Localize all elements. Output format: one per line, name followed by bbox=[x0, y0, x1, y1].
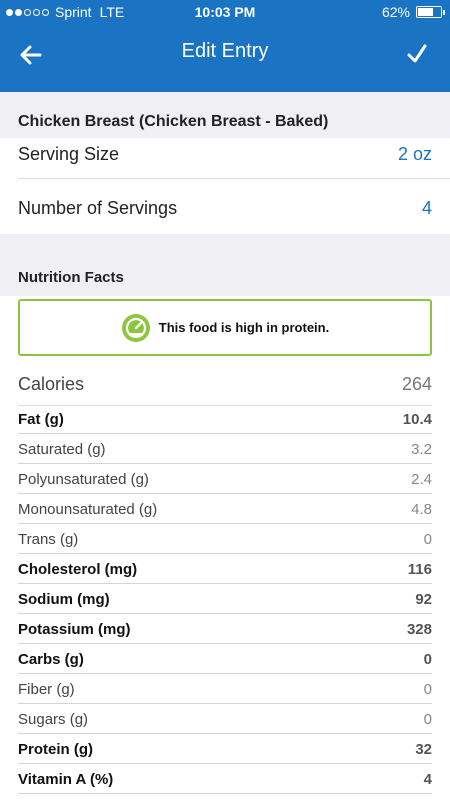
nutrient-label: Protein (g) bbox=[18, 741, 93, 758]
status-bar: Sprint LTE 10:03 PM 62% bbox=[0, 0, 450, 26]
nutrient-row: Protein (g) 32 bbox=[0, 734, 450, 764]
nutrient-label: Vitamin A (%) bbox=[18, 771, 114, 788]
calories-row: Calories 264 bbox=[0, 368, 450, 406]
nutrition-header: Nutrition Facts bbox=[0, 260, 450, 296]
nutrient-value: 3.2 bbox=[411, 441, 432, 458]
navigation-bar: Edit Entry bbox=[0, 26, 450, 92]
nutrient-label: Sodium (mg) bbox=[18, 591, 110, 608]
nutrient-value: 32 bbox=[415, 741, 432, 758]
serving-size-row[interactable]: Serving Size 2 oz bbox=[0, 138, 450, 178]
nutrient-label: Saturated (g) bbox=[18, 441, 106, 458]
page-title: Edit Entry bbox=[181, 40, 269, 62]
nutrient-label: Fiber (g) bbox=[18, 681, 75, 698]
top-bar: Sprint LTE 10:03 PM 62% Edit Entry bbox=[0, 0, 450, 92]
nutrient-label: Carbs (g) bbox=[18, 651, 84, 668]
gauge-icon bbox=[121, 313, 150, 342]
nutrient-value: 92 bbox=[415, 591, 432, 608]
nutrient-value: 10.4 bbox=[402, 411, 432, 428]
servings-label: Number of Servings bbox=[18, 198, 178, 218]
nutrient-row: Fat (g) 10.4 bbox=[0, 404, 450, 434]
nutrient-value: 0 bbox=[423, 711, 432, 728]
save-button[interactable] bbox=[400, 36, 434, 72]
nutrient-value: 4.8 bbox=[411, 501, 432, 518]
battery-percent: 62% bbox=[381, 4, 410, 20]
nutrient-row: Vitamin A (%) 4 bbox=[0, 764, 450, 794]
nutrient-value: 116 bbox=[407, 561, 432, 578]
nutrient-row: Potassium (mg) 328 bbox=[0, 614, 450, 644]
nutrient-row: Polyunsaturated (g) 2.4 bbox=[0, 464, 450, 494]
nutrient-row: Saturated (g) 3.2 bbox=[0, 434, 450, 464]
nutrient-label: Cholesterol (mg) bbox=[18, 561, 138, 578]
section-gap bbox=[0, 92, 450, 106]
status-right: 62% bbox=[381, 4, 445, 20]
nutrient-label: Polyunsaturated (g) bbox=[18, 471, 149, 488]
nutrient-value: 328 bbox=[406, 621, 432, 638]
nutrient-row: Monounsaturated (g) 4.8 bbox=[0, 494, 450, 524]
checkmark-icon bbox=[407, 44, 427, 63]
nutrient-label: Trans (g) bbox=[18, 531, 79, 548]
battery-icon bbox=[416, 6, 445, 18]
nutrient-label: Sugars (g) bbox=[18, 711, 89, 728]
servings-value[interactable]: 4 bbox=[422, 198, 432, 219]
nutrient-label: Fat (g) bbox=[18, 411, 64, 428]
nutrient-value: 4 bbox=[423, 771, 432, 788]
high-protein-badge: This food is high in protein. bbox=[18, 299, 432, 356]
nutrient-label: Monounsaturated (g) bbox=[18, 501, 158, 518]
nutrient-row: Sugars (g) 0 bbox=[0, 704, 450, 734]
nutrient-label: Potassium (mg) bbox=[18, 621, 131, 638]
nutrient-row: Sodium (mg) 92 bbox=[0, 584, 450, 614]
nutrient-value: 0 bbox=[423, 531, 432, 548]
nutrient-row: Carbs (g) 0 bbox=[0, 644, 450, 674]
badge-message: This food is high in protein. bbox=[158, 320, 330, 335]
nutrient-row: Trans (g) 0 bbox=[0, 524, 450, 554]
food-name: Chicken Breast (Chicken Breast - Baked) bbox=[0, 106, 450, 138]
calories-value: 264 bbox=[401, 374, 432, 394]
calories-label: Calories bbox=[18, 374, 85, 394]
section-gap bbox=[0, 234, 450, 260]
nutrient-value: 0 bbox=[423, 681, 432, 698]
nutrient-row: Fiber (g) 0 bbox=[0, 674, 450, 704]
serving-size-label: Serving Size bbox=[18, 144, 120, 164]
nutrient-value: 2.4 bbox=[411, 471, 432, 488]
nutrient-value: 0 bbox=[423, 651, 432, 668]
nutrient-row: Cholesterol (mg) 116 bbox=[0, 554, 450, 584]
servings-row[interactable]: Number of Servings 4 bbox=[0, 179, 450, 234]
serving-size-value[interactable]: 2 oz bbox=[398, 144, 432, 165]
